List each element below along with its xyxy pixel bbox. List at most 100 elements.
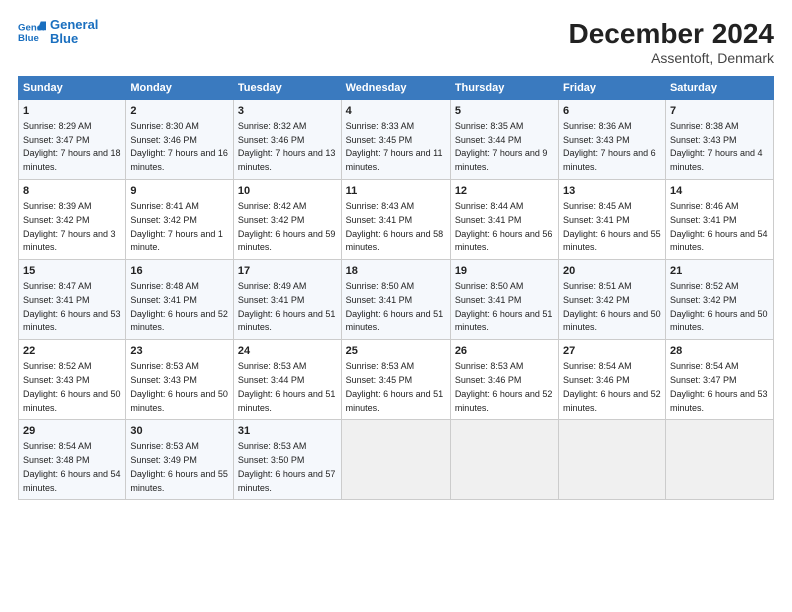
day-info: Sunrise: 8:53 AMSunset: 3:49 PMDaylight:… bbox=[130, 441, 228, 492]
calendar-cell bbox=[341, 420, 450, 500]
page-subtitle: Assentoft, Denmark bbox=[569, 50, 774, 66]
calendar-cell: 1 Sunrise: 8:29 AMSunset: 3:47 PMDaylight… bbox=[19, 100, 126, 180]
day-number: 27 bbox=[563, 344, 661, 359]
weekday-header: Friday bbox=[559, 77, 666, 100]
weekday-header: Tuesday bbox=[233, 77, 341, 100]
weekday-header: Wednesday bbox=[341, 77, 450, 100]
day-info: Sunrise: 8:43 AMSunset: 3:41 PMDaylight:… bbox=[346, 201, 444, 252]
day-info: Sunrise: 8:53 AMSunset: 3:44 PMDaylight:… bbox=[238, 361, 336, 412]
day-number: 18 bbox=[346, 264, 446, 279]
calendar-cell: 6Sunrise: 8:36 AMSunset: 3:43 PMDaylight… bbox=[559, 100, 666, 180]
calendar-cell: 21 Sunrise: 8:52 AMSunset: 3:42 PMDayligh… bbox=[665, 260, 773, 340]
svg-text:Blue: Blue bbox=[18, 33, 39, 44]
weekday-header: Saturday bbox=[665, 77, 773, 100]
day-info: Sunrise: 8:45 AMSunset: 3:41 PMDaylight:… bbox=[563, 201, 661, 252]
day-info: Sunrise: 8:51 AMSunset: 3:42 PMDaylight:… bbox=[563, 281, 661, 332]
day-info: Sunrise: 8:50 AMSunset: 3:41 PMDaylight:… bbox=[346, 281, 444, 332]
calendar-cell: 7 Sunrise: 8:38 AMSunset: 3:43 PMDaylight… bbox=[665, 100, 773, 180]
day-info: Sunrise: 8:41 AMSunset: 3:42 PMDaylight:… bbox=[130, 201, 223, 252]
day-number: 5 bbox=[455, 104, 554, 119]
header: General Blue General Blue December 2024 … bbox=[18, 18, 774, 66]
day-number: 11 bbox=[346, 184, 446, 199]
day-info: Sunrise: 8:35 AMSunset: 3:44 PMDaylight:… bbox=[455, 121, 548, 172]
page-title: December 2024 bbox=[569, 18, 774, 50]
day-number: 25 bbox=[346, 344, 446, 359]
calendar-week-row: 29 Sunrise: 8:54 AMSunset: 3:48 PMDayligh… bbox=[19, 420, 774, 500]
day-info: Sunrise: 8:38 AMSunset: 3:43 PMDaylight:… bbox=[670, 121, 763, 172]
title-block: December 2024 Assentoft, Denmark bbox=[569, 18, 774, 66]
calendar-cell: 13 Sunrise: 8:45 AMSunset: 3:41 PMDayligh… bbox=[559, 180, 666, 260]
day-number: 2 bbox=[130, 104, 229, 119]
day-number: 20 bbox=[563, 264, 661, 279]
day-info: Sunrise: 8:54 AMSunset: 3:46 PMDaylight:… bbox=[563, 361, 661, 412]
day-number: 8 bbox=[23, 184, 121, 199]
day-number: 31 bbox=[238, 424, 337, 439]
day-info: Sunrise: 8:52 AMSunset: 3:43 PMDaylight:… bbox=[23, 361, 121, 412]
day-info: Sunrise: 8:53 AMSunset: 3:45 PMDaylight:… bbox=[346, 361, 444, 412]
weekday-header: Thursday bbox=[450, 77, 558, 100]
calendar-cell: 31 Sunrise: 8:53 AMSunset: 3:50 PMDayligh… bbox=[233, 420, 341, 500]
day-number: 13 bbox=[563, 184, 661, 199]
calendar-cell: 5 Sunrise: 8:35 AMSunset: 3:44 PMDaylight… bbox=[450, 100, 558, 180]
day-info: Sunrise: 8:54 AMSunset: 3:48 PMDaylight:… bbox=[23, 441, 121, 492]
calendar-cell bbox=[559, 420, 666, 500]
day-number: 29 bbox=[23, 424, 121, 439]
day-info: Sunrise: 8:29 AMSunset: 3:47 PMDaylight:… bbox=[23, 121, 121, 172]
calendar-cell: 12Sunrise: 8:44 AMSunset: 3:41 PMDayligh… bbox=[450, 180, 558, 260]
calendar-cell: 24Sunrise: 8:53 AMSunset: 3:44 PMDayligh… bbox=[233, 340, 341, 420]
calendar-cell: 28Sunrise: 8:54 AMSunset: 3:47 PMDayligh… bbox=[665, 340, 773, 420]
day-info: Sunrise: 8:53 AMSunset: 3:50 PMDaylight:… bbox=[238, 441, 336, 492]
calendar-cell: 22 Sunrise: 8:52 AMSunset: 3:43 PMDayligh… bbox=[19, 340, 126, 420]
day-info: Sunrise: 8:46 AMSunset: 3:41 PMDaylight:… bbox=[670, 201, 768, 252]
calendar-table: SundayMondayTuesdayWednesdayThursdayFrid… bbox=[18, 76, 774, 500]
weekday-header: Monday bbox=[126, 77, 234, 100]
calendar-cell: 29 Sunrise: 8:54 AMSunset: 3:48 PMDayligh… bbox=[19, 420, 126, 500]
day-number: 23 bbox=[130, 344, 229, 359]
calendar-cell: 14 Sunrise: 8:46 AMSunset: 3:41 PMDayligh… bbox=[665, 180, 773, 260]
day-info: Sunrise: 8:32 AMSunset: 3:46 PMDaylight:… bbox=[238, 121, 336, 172]
calendar-cell bbox=[450, 420, 558, 500]
logo-text2: Blue bbox=[50, 32, 98, 46]
day-info: Sunrise: 8:33 AMSunset: 3:45 PMDaylight:… bbox=[346, 121, 443, 172]
calendar-cell: 11 Sunrise: 8:43 AMSunset: 3:41 PMDayligh… bbox=[341, 180, 450, 260]
day-number: 30 bbox=[130, 424, 229, 439]
day-number: 19 bbox=[455, 264, 554, 279]
day-number: 7 bbox=[670, 104, 769, 119]
day-number: 21 bbox=[670, 264, 769, 279]
calendar-cell: 30 Sunrise: 8:53 AMSunset: 3:49 PMDayligh… bbox=[126, 420, 234, 500]
calendar-week-row: 8Sunrise: 8:39 AMSunset: 3:42 PMDaylight… bbox=[19, 180, 774, 260]
calendar-cell: 3Sunrise: 8:32 AMSunset: 3:46 PMDaylight… bbox=[233, 100, 341, 180]
calendar-cell: 18 Sunrise: 8:50 AMSunset: 3:41 PMDayligh… bbox=[341, 260, 450, 340]
day-info: Sunrise: 8:53 AMSunset: 3:46 PMDaylight:… bbox=[455, 361, 553, 412]
day-number: 4 bbox=[346, 104, 446, 119]
day-info: Sunrise: 8:49 AMSunset: 3:41 PMDaylight:… bbox=[238, 281, 336, 332]
calendar-cell bbox=[665, 420, 773, 500]
day-info: Sunrise: 8:42 AMSunset: 3:42 PMDaylight:… bbox=[238, 201, 336, 252]
weekday-header: Sunday bbox=[19, 77, 126, 100]
calendar-cell: 17 Sunrise: 8:49 AMSunset: 3:41 PMDayligh… bbox=[233, 260, 341, 340]
day-number: 17 bbox=[238, 264, 337, 279]
day-number: 14 bbox=[670, 184, 769, 199]
logo-text: General bbox=[50, 18, 98, 32]
day-number: 16 bbox=[130, 264, 229, 279]
calendar-cell: 16 Sunrise: 8:48 AMSunset: 3:41 PMDayligh… bbox=[126, 260, 234, 340]
day-info: Sunrise: 8:50 AMSunset: 3:41 PMDaylight:… bbox=[455, 281, 553, 332]
calendar-week-row: 1 Sunrise: 8:29 AMSunset: 3:47 PMDaylight… bbox=[19, 100, 774, 180]
day-number: 15 bbox=[23, 264, 121, 279]
logo: General Blue General Blue bbox=[18, 18, 98, 47]
calendar-cell: 19 Sunrise: 8:50 AMSunset: 3:41 PMDayligh… bbox=[450, 260, 558, 340]
day-info: Sunrise: 8:52 AMSunset: 3:42 PMDaylight:… bbox=[670, 281, 768, 332]
calendar-cell: 8Sunrise: 8:39 AMSunset: 3:42 PMDaylight… bbox=[19, 180, 126, 260]
page: General Blue General Blue December 2024 … bbox=[0, 0, 792, 612]
day-info: Sunrise: 8:36 AMSunset: 3:43 PMDaylight:… bbox=[563, 121, 656, 172]
calendar-week-row: 15Sunrise: 8:47 AMSunset: 3:41 PMDayligh… bbox=[19, 260, 774, 340]
day-number: 1 bbox=[23, 104, 121, 119]
calendar-cell: 2 Sunrise: 8:30 AMSunset: 3:46 PMDaylight… bbox=[126, 100, 234, 180]
day-info: Sunrise: 8:48 AMSunset: 3:41 PMDaylight:… bbox=[130, 281, 228, 332]
calendar-cell: 9Sunrise: 8:41 AMSunset: 3:42 PMDaylight… bbox=[126, 180, 234, 260]
calendar-cell: 27 Sunrise: 8:54 AMSunset: 3:46 PMDayligh… bbox=[559, 340, 666, 420]
calendar-cell: 10Sunrise: 8:42 AMSunset: 3:42 PMDayligh… bbox=[233, 180, 341, 260]
day-number: 26 bbox=[455, 344, 554, 359]
day-info: Sunrise: 8:30 AMSunset: 3:46 PMDaylight:… bbox=[130, 121, 228, 172]
day-number: 22 bbox=[23, 344, 121, 359]
